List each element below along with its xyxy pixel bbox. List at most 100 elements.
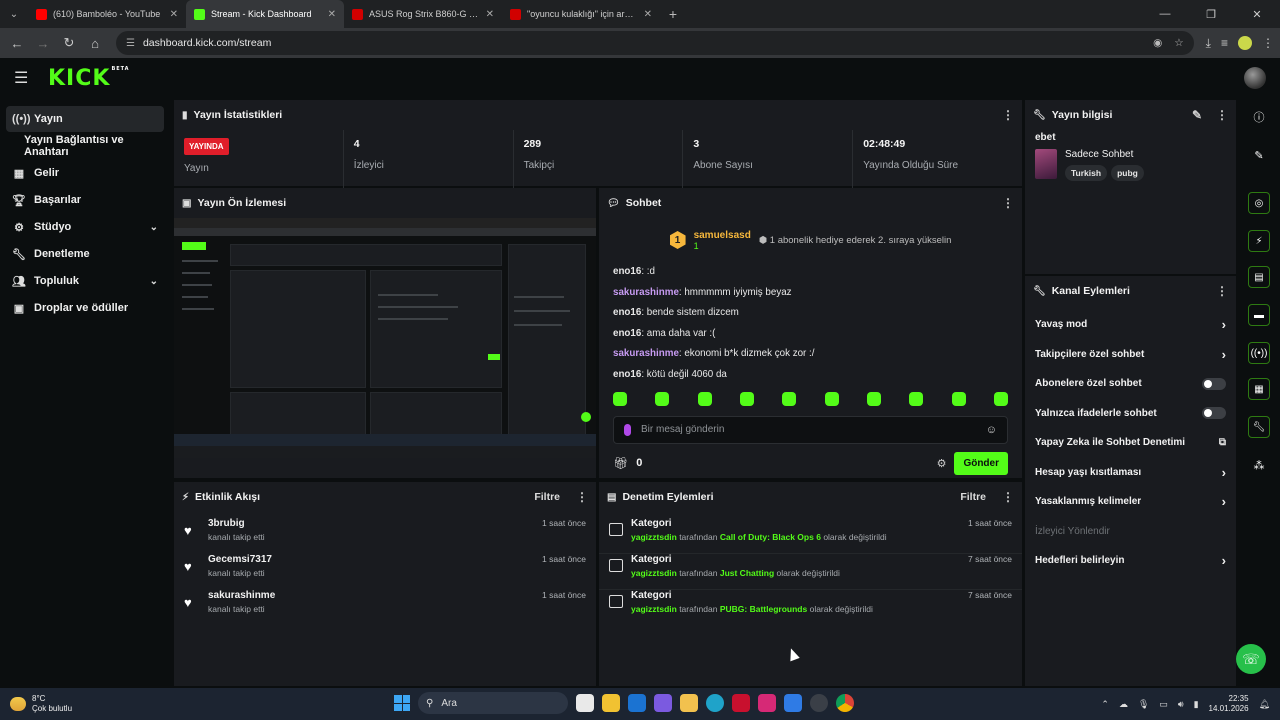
broadcast-icon[interactable]: ((•)): [1248, 342, 1270, 364]
log-icon[interactable]: ▦: [1248, 378, 1270, 400]
network-icon[interactable]: ▭: [1159, 699, 1168, 710]
emote-icon[interactable]: [655, 391, 670, 406]
eye-off-icon[interactable]: ◉: [1153, 37, 1162, 49]
browser-tab-asus[interactable]: ASUS Rog Strix B860-G Gaming ✕: [344, 0, 502, 28]
channel-action-item[interactable]: Yalnızca ifadelerle sohbet: [1025, 399, 1236, 429]
sidebar-item-yayin[interactable]: ((•)) Yayın: [6, 106, 164, 132]
notification-icon[interactable]: 🔔︎: [1259, 699, 1270, 710]
profile-icon[interactable]: [1238, 36, 1252, 50]
cloud-icon[interactable]: ☁: [1119, 699, 1128, 710]
send-button[interactable]: Gönder: [954, 451, 1008, 475]
more-options-icon[interactable]: ⋮: [1216, 108, 1228, 122]
sidebar-item-denetleme[interactable]: 🔧︎ Denetleme: [6, 241, 164, 267]
gift-icon[interactable]: 🎁︎: [613, 456, 628, 470]
microphone-icon[interactable]: 🎙︎: [1138, 699, 1149, 710]
back-icon[interactable]: ←: [6, 36, 28, 51]
shapes-icon[interactable]: ⁂: [1248, 454, 1270, 476]
tab-search-icon[interactable]: ⌄: [0, 0, 28, 28]
sidebar-item-topluluk[interactable]: 👥︎ Topluluk ⌄: [6, 268, 164, 294]
steam-icon[interactable]: [810, 694, 828, 712]
more-options-icon[interactable]: ⋮: [576, 490, 588, 504]
sidebar-item-gelir[interactable]: ▦ Gelir: [6, 160, 164, 186]
windows-start-icon[interactable]: [394, 695, 410, 711]
camera-icon[interactable]: ◎: [1248, 192, 1270, 214]
sidebar-item-basarilar[interactable]: 🏆︎ Başarılar: [6, 187, 164, 213]
red-app-icon[interactable]: [732, 694, 750, 712]
sidebar-item-stream-key[interactable]: Yayın Bağlantısı ve Anahtarı: [6, 133, 164, 159]
more-options-icon[interactable]: ⋮: [1002, 196, 1014, 210]
more-options-icon[interactable]: ⋮: [1002, 108, 1014, 122]
chat-username[interactable]: eno16: [613, 328, 641, 339]
reload-icon[interactable]: ↻: [58, 35, 80, 51]
taskbar-search[interactable]: ⚲ Ara: [418, 692, 568, 714]
clipboard-icon[interactable]: ▤: [1248, 266, 1270, 288]
outlook-icon[interactable]: [628, 694, 646, 712]
help-chat-icon[interactable]: ☏: [1236, 644, 1266, 674]
mod-user[interactable]: yagizztsdin: [631, 568, 677, 578]
channel-action-item[interactable]: Hedefleri belirleyin ›: [1025, 546, 1236, 576]
mod-user[interactable]: yagizztsdin: [631, 604, 677, 614]
toggle-switch[interactable]: [1202, 377, 1226, 390]
browser-menu-icon[interactable]: ⋮: [1262, 36, 1274, 50]
chrome-icon[interactable]: [836, 694, 854, 712]
info-icon[interactable]: ⓘ: [1248, 106, 1270, 128]
chat-username[interactable]: sakurashinme: [613, 287, 679, 298]
emote-icon[interactable]: [866, 391, 881, 406]
tray-chevron-icon[interactable]: ⌃: [1101, 699, 1109, 710]
close-tab-icon[interactable]: ✕: [170, 9, 178, 20]
battery-icon[interactable]: ▮: [1194, 699, 1199, 710]
weather-widget[interactable]: 8°C Çok bulutlu: [10, 694, 72, 714]
close-window-icon[interactable]: ✕: [1234, 8, 1280, 21]
chat-input[interactable]: Bir mesaj gönderin ☺: [613, 415, 1008, 444]
menu-icon[interactable]: ☰: [14, 68, 34, 88]
toggle-switch[interactable]: [1202, 407, 1226, 420]
browser-tab-youtube[interactable]: (610) Bamboléo - YouTube ✕: [28, 0, 186, 28]
forward-icon[interactable]: →: [32, 36, 54, 51]
tab-list-icon[interactable]: ≡: [1221, 36, 1228, 50]
activity-user[interactable]: sakurashinme: [208, 590, 275, 601]
emote-icon[interactable]: [824, 391, 839, 406]
close-tab-icon[interactable]: ✕: [644, 9, 652, 20]
site-info-icon[interactable]: ☰: [126, 38, 135, 49]
minimize-icon[interactable]: —: [1142, 8, 1188, 21]
channel-action-item[interactable]: Hesap yaşı kısıtlaması ›: [1025, 458, 1236, 488]
chat-username[interactable]: eno16: [613, 266, 641, 277]
more-options-icon[interactable]: ⋮: [1216, 284, 1228, 298]
bolt-icon[interactable]: ⚡︎: [1248, 230, 1270, 252]
settings-gear-icon[interactable]: ⚙: [937, 457, 947, 470]
sidebar-item-studyo[interactable]: ⚙ Stüdyo ⌄: [6, 214, 164, 240]
volume-icon[interactable]: 🔊︎: [1178, 699, 1184, 710]
filter-button[interactable]: Filtre: [960, 491, 986, 503]
channel-action-item[interactable]: Yapay Zeka ile Sohbet Denetimi ⧉: [1025, 428, 1236, 458]
activity-user[interactable]: 3brubig: [208, 518, 265, 529]
wrench-icon[interactable]: 🔧︎: [1248, 416, 1270, 438]
sidebar-item-droplar[interactable]: ▣ Droplar ve ödüller: [6, 295, 164, 321]
instagram-icon[interactable]: [758, 694, 776, 712]
close-tab-icon[interactable]: ✕: [328, 9, 336, 20]
home-icon[interactable]: ⌂: [84, 36, 106, 51]
bookmark-star-icon[interactable]: ☆: [1174, 37, 1183, 49]
channel-action-item[interactable]: Abonelere özel sohbet: [1025, 369, 1236, 399]
url-bar[interactable]: ☰ dashboard.kick.com/stream ◉ ☆: [116, 31, 1194, 55]
emote-icon[interactable]: [951, 391, 966, 406]
task-view-icon[interactable]: [576, 694, 594, 712]
stream-preview-video[interactable]: [174, 218, 596, 458]
emote-icon[interactable]: [782, 391, 797, 406]
store-icon[interactable]: [602, 694, 620, 712]
emote-icon[interactable]: [909, 391, 924, 406]
emoji-icon[interactable]: ☺: [986, 424, 997, 436]
channel-action-item[interactable]: İzleyici Yönlendir: [1025, 517, 1236, 547]
edit-icon[interactable]: ✎: [1248, 144, 1270, 166]
chat-bubble-icon[interactable]: ▬: [1248, 304, 1270, 326]
browser-tab-search[interactable]: "oyuncu kulaklığı" için arama so ✕: [502, 0, 660, 28]
edit-pencil-icon[interactable]: ✎: [1192, 108, 1202, 122]
emote-icon[interactable]: [697, 391, 712, 406]
game-app-icon[interactable]: [654, 694, 672, 712]
clock[interactable]: 22:35 14.01.2026: [1209, 694, 1249, 714]
channel-action-item[interactable]: Takipçilere özel sohbet ›: [1025, 340, 1236, 370]
pinned-gifter[interactable]: 1 samuelsasd 1 ⬢ 1 abonelik hediye edere…: [599, 218, 1022, 262]
blue-app-icon[interactable]: [784, 694, 802, 712]
browser-tab-kick[interactable]: Stream - Kick Dashboard ✕: [186, 0, 344, 28]
chat-username[interactable]: eno16: [613, 369, 641, 380]
chat-username[interactable]: eno16: [613, 307, 641, 318]
